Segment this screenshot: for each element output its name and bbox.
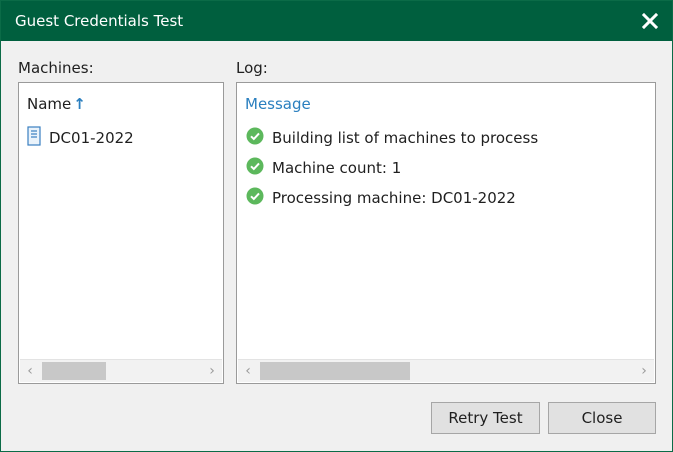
machines-list[interactable]: Name ↑ DC01-2022 ‹ › bbox=[18, 82, 224, 384]
scroll-left-icon[interactable]: ‹ bbox=[240, 362, 256, 380]
log-horizontal-scrollbar[interactable]: ‹ › bbox=[238, 359, 654, 382]
log-entry: Building list of machines to process bbox=[246, 127, 538, 149]
success-check-icon bbox=[246, 187, 264, 209]
message-column-header[interactable]: Message bbox=[245, 95, 311, 113]
log-label: Log: bbox=[236, 59, 268, 77]
machine-name: DC01-2022 bbox=[49, 129, 134, 147]
server-icon bbox=[27, 126, 41, 150]
close-icon[interactable] bbox=[636, 7, 664, 35]
log-message: Building list of machines to process bbox=[272, 129, 539, 147]
log-entry: Processing machine: DC01-2022 bbox=[246, 187, 516, 209]
machines-label: Machines: bbox=[18, 59, 94, 77]
scroll-right-icon[interactable]: › bbox=[204, 362, 220, 380]
dialog-window: Guest Credentials Test Machines: Name ↑ D… bbox=[0, 0, 673, 452]
window-title: Guest Credentials Test bbox=[15, 12, 184, 30]
machines-horizontal-scrollbar[interactable]: ‹ › bbox=[20, 359, 222, 382]
scrollbar-thumb[interactable] bbox=[260, 362, 410, 380]
scroll-right-icon[interactable]: › bbox=[636, 362, 652, 380]
retry-test-button[interactable]: Retry Test bbox=[431, 402, 540, 434]
log-list[interactable]: Message Building list of machines to pro… bbox=[236, 82, 656, 384]
scroll-left-icon[interactable]: ‹ bbox=[22, 362, 38, 380]
success-check-icon bbox=[246, 157, 264, 179]
title-bar: Guest Credentials Test bbox=[1, 1, 672, 41]
sort-ascending-icon: ↑ bbox=[73, 95, 86, 113]
close-button[interactable]: Close bbox=[548, 402, 656, 434]
log-message: Machine count: 1 bbox=[272, 159, 402, 177]
success-check-icon bbox=[246, 127, 264, 149]
list-item[interactable]: DC01-2022 bbox=[27, 126, 134, 150]
log-message: Processing machine: DC01-2022 bbox=[272, 189, 516, 207]
log-entry: Machine count: 1 bbox=[246, 157, 401, 179]
name-column-label: Name bbox=[27, 95, 72, 113]
scrollbar-thumb[interactable] bbox=[42, 362, 106, 380]
name-column-header[interactable]: Name ↑ bbox=[27, 95, 86, 113]
